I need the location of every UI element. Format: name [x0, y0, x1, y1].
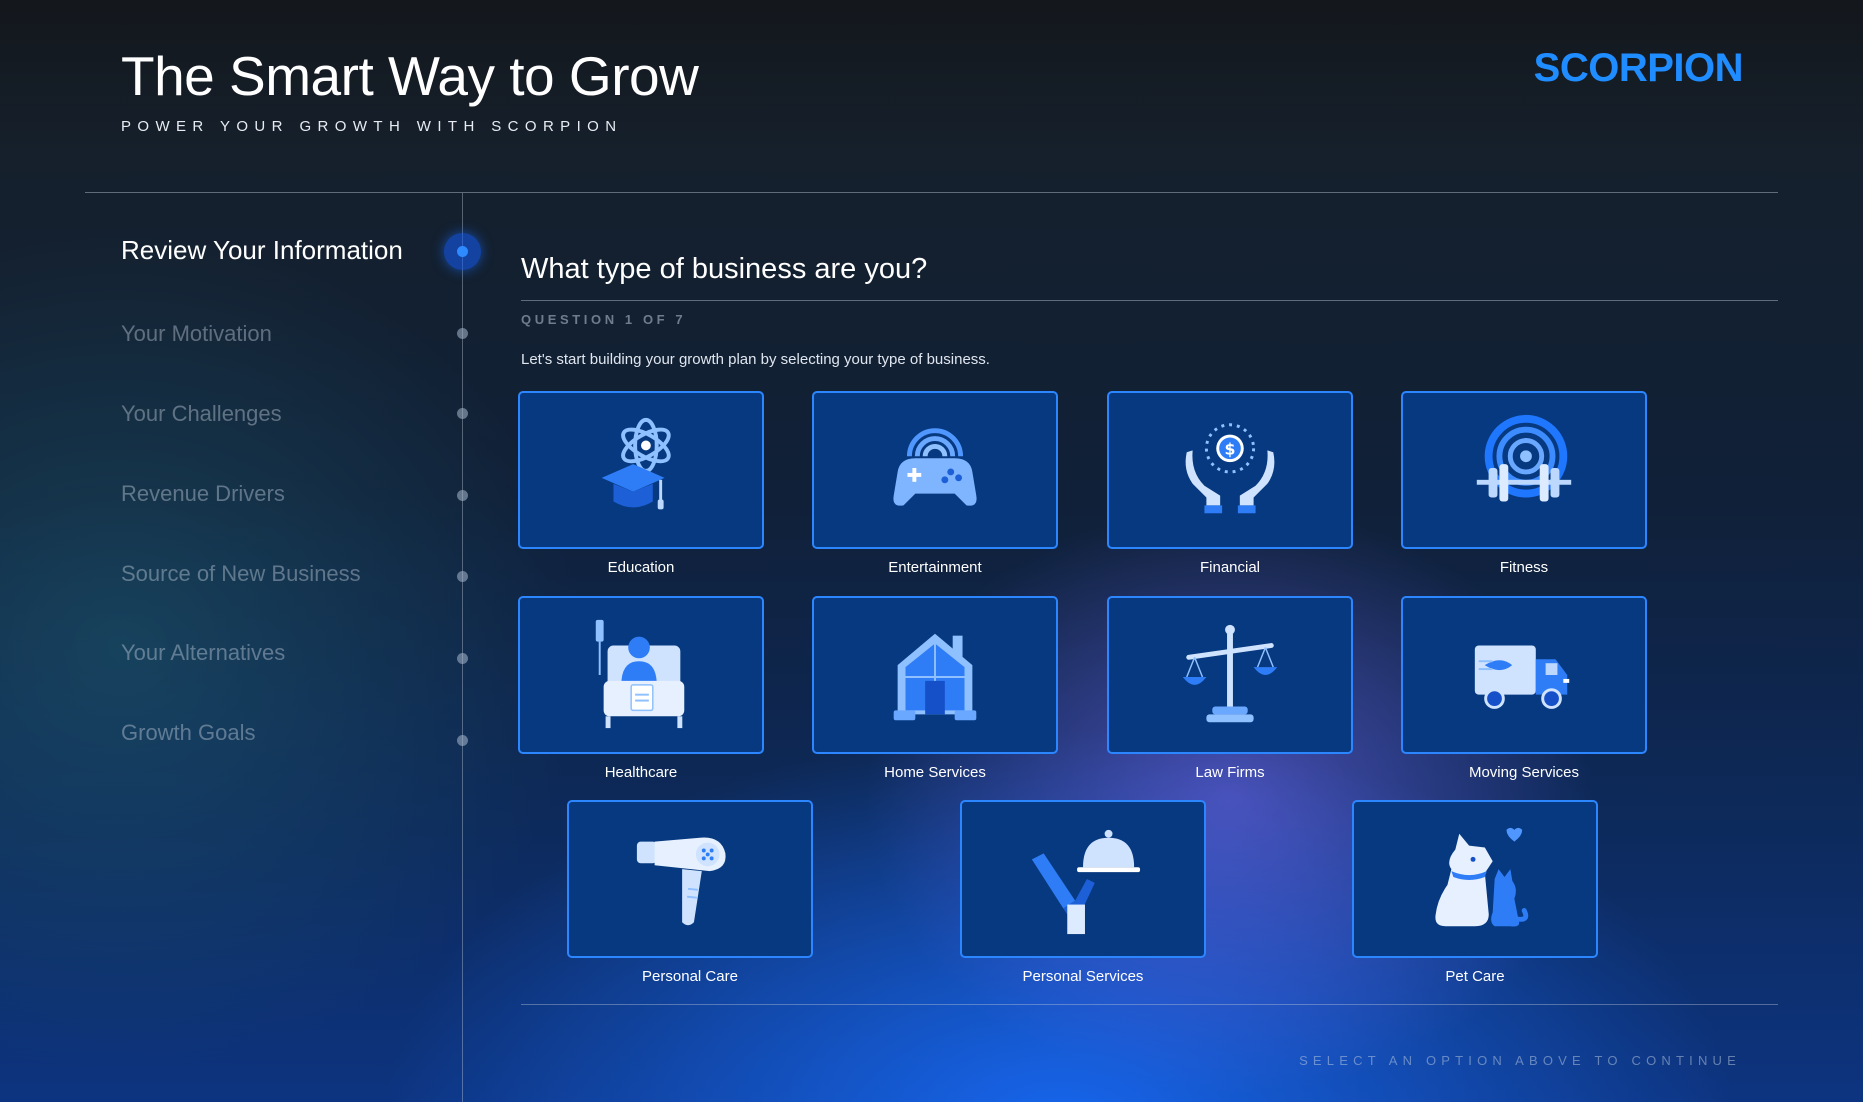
game-controller-icon: [893, 428, 977, 506]
option-personal-services[interactable]: Personal Services: [960, 800, 1206, 985]
sidebar-step-dot: [457, 735, 468, 746]
option-card[interactable]: [1401, 596, 1647, 754]
sidebar-step-growth-goals[interactable]: Growth Goals: [121, 720, 256, 746]
scales-icon: [1182, 624, 1278, 723]
page-title: The Smart Way to Grow: [121, 45, 699, 107]
option-label: Law Firms: [1195, 764, 1265, 781]
question-description: Let's start building your growth plan by…: [521, 351, 990, 368]
option-card[interactable]: [567, 800, 813, 958]
sidebar-step-dot: [457, 328, 468, 339]
option-label: Entertainment: [888, 559, 982, 576]
serving-cloche-icon: [1031, 829, 1141, 935]
page-subtitle: POWER YOUR GROWTH WITH SCORPION: [121, 118, 623, 135]
option-card[interactable]: [960, 800, 1206, 958]
hospital-bed-icon: [595, 619, 685, 729]
option-label: Personal Care: [642, 968, 738, 985]
option-moving-services[interactable]: Moving Services: [1401, 596, 1647, 781]
brand-logo[interactable]: SCORPION: [1534, 46, 1744, 91]
option-healthcare[interactable]: Healthcare: [518, 596, 764, 781]
sidebar-step-dot: [457, 490, 468, 501]
sidebar-step-dot-active: [444, 233, 481, 270]
option-label: Financial: [1199, 559, 1261, 576]
option-fitness[interactable]: Fitness: [1401, 391, 1647, 576]
dumbbell-target-icon: [1476, 414, 1572, 502]
question-counter: QUESTION 1 OF 7: [521, 312, 687, 327]
hands-coin-icon: $: [1185, 423, 1275, 514]
hair-dryer-icon: [636, 837, 726, 926]
option-label: Home Services: [884, 764, 986, 781]
option-label: Pet Care: [1445, 968, 1505, 985]
option-pet-care[interactable]: Pet Care: [1352, 800, 1598, 985]
option-card[interactable]: $: [1107, 391, 1353, 549]
sidebar-step-source-of-new-business[interactable]: Source of New Business: [121, 561, 361, 587]
option-label: Fitness: [1499, 559, 1549, 576]
sidebar-step-your-motivation[interactable]: Your Motivation: [121, 321, 272, 347]
moving-truck-icon: [1474, 645, 1570, 709]
sidebar-step-review-your-information[interactable]: Review Your Information: [121, 235, 403, 266]
option-card[interactable]: [812, 391, 1058, 549]
option-label: Education: [607, 559, 675, 576]
option-card[interactable]: [1352, 800, 1598, 958]
option-personal-care[interactable]: Personal Care: [567, 800, 813, 985]
option-financial[interactable]: $ Financial: [1107, 391, 1353, 576]
sidebar-step-dot: [457, 571, 468, 582]
sidebar-step-your-challenges[interactable]: Your Challenges: [121, 401, 282, 427]
option-card[interactable]: [518, 391, 764, 549]
option-card[interactable]: [518, 596, 764, 754]
option-education[interactable]: Education: [518, 391, 764, 576]
footer-divider: [521, 1004, 1778, 1005]
question-divider: [521, 300, 1778, 301]
question-title: What type of business are you?: [521, 253, 928, 285]
option-law-firms[interactable]: Law Firms: [1107, 596, 1353, 781]
svg-text:$: $: [1225, 439, 1236, 458]
continue-hint: SELECT AN OPTION ABOVE TO CONTINUE: [1299, 1053, 1741, 1068]
option-label: Moving Services: [1468, 764, 1580, 781]
sidebar-step-your-alternatives[interactable]: Your Alternatives: [121, 640, 285, 666]
header-divider: [85, 192, 1778, 193]
dog-cat-icon: [1435, 827, 1529, 927]
option-card[interactable]: [1401, 391, 1647, 549]
option-home-services[interactable]: Home Services: [812, 596, 1058, 781]
graduation-cap-atom-icon: [601, 417, 671, 510]
option-label: Healthcare: [604, 764, 678, 781]
option-card[interactable]: [812, 596, 1058, 754]
sidebar-step-dot: [457, 408, 468, 419]
option-card[interactable]: [1107, 596, 1353, 754]
option-entertainment[interactable]: Entertainment: [812, 391, 1058, 576]
option-label: Personal Services: [1022, 968, 1144, 985]
sidebar-step-dot: [457, 653, 468, 664]
sidebar-step-revenue-drivers[interactable]: Revenue Drivers: [121, 481, 285, 507]
house-icon: [893, 633, 977, 721]
